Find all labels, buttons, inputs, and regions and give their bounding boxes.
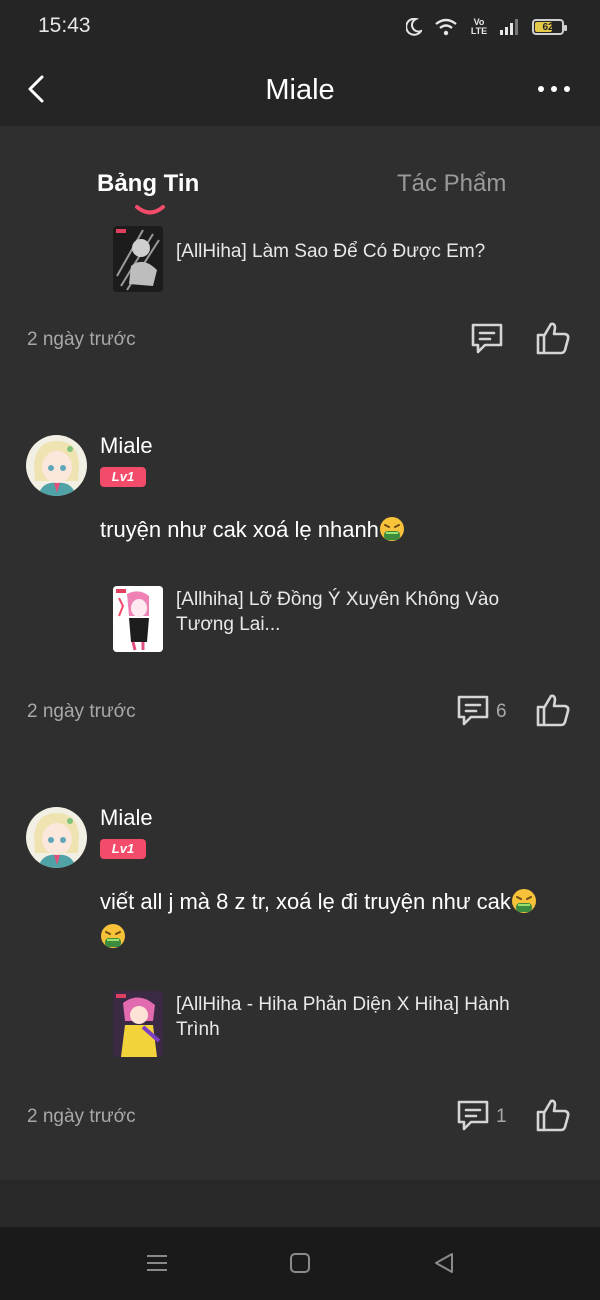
system-back-button[interactable] <box>432 1251 456 1280</box>
home-button[interactable] <box>288 1251 312 1280</box>
nauseated-face-icon <box>101 924 125 948</box>
level-badge: Lv1 <box>100 839 146 859</box>
moon-icon <box>406 18 422 36</box>
signal-icon <box>500 19 520 35</box>
feed-end-divider <box>0 1180 600 1227</box>
post-text-content: viết all j mà 8 z tr, xoá lẹ đi truyện n… <box>100 889 511 914</box>
work-cover <box>113 586 163 652</box>
work-cover <box>113 226 163 292</box>
author-name[interactable]: Miale <box>100 805 153 831</box>
more-dots-icon <box>538 86 544 92</box>
work-title: [AllHiha] Làm Sao Để Có Được Em? <box>176 241 486 262</box>
square-icon <box>290 1253 310 1273</box>
post-text-content: truyện như cak xoá lẹ nhanh <box>100 517 379 542</box>
avatar[interactable] <box>26 435 87 496</box>
volte-icon: Vo LTE <box>470 17 488 36</box>
work-card[interactable]: [AllHiha] Làm Sao Để Có Được Em? <box>113 226 563 292</box>
system-navigation-bar <box>0 1227 600 1300</box>
like-button[interactable] <box>535 692 571 728</box>
triangle-back-icon <box>435 1253 453 1273</box>
menu-icon <box>147 1255 167 1271</box>
battery-icon: 62 <box>532 19 567 35</box>
tab-works[interactable]: Tác Phẩm <box>397 170 506 198</box>
more-button[interactable] <box>536 80 572 96</box>
recent-apps-button[interactable] <box>145 1251 169 1280</box>
comment-button[interactable] <box>469 321 505 355</box>
wifi-icon <box>434 18 458 36</box>
level-badge: Lv1 <box>100 467 146 487</box>
post-text: truyện như cak xoá lẹ nhanh <box>100 512 560 547</box>
tab-feed[interactable]: Bảng Tin <box>97 170 199 198</box>
like-button[interactable] <box>535 320 571 356</box>
page-title: Miale <box>265 74 335 106</box>
battery-level: 62 <box>542 21 554 33</box>
avatar[interactable] <box>26 807 87 868</box>
comment-icon <box>471 323 503 354</box>
like-button[interactable] <box>535 1097 571 1133</box>
thumbs-up-icon <box>536 1099 570 1132</box>
comment-button[interactable] <box>455 693 491 727</box>
work-card[interactable]: [Allhiha] Lỡ Đồng Ý Xuyên Không Vào Tươn… <box>113 586 563 652</box>
status-icons: Vo LTE 62 <box>406 14 567 40</box>
work-title: [Allhiha] Lỡ Đồng Ý Xuyên Không Vào Tươn… <box>176 589 500 635</box>
status-time: 15:43 <box>38 14 91 37</box>
thumbs-up-icon <box>536 694 570 727</box>
thumbs-up-icon <box>536 322 570 355</box>
work-cover <box>113 991 163 1057</box>
comment-count: 1 <box>496 1106 507 1127</box>
status-bar: 15:43 Vo LTE 62 <box>0 0 600 52</box>
nauseated-face-icon <box>379 517 404 541</box>
post-timestamp: 2 ngày trước <box>27 1106 136 1127</box>
nauseated-face-icon <box>511 889 536 913</box>
post-timestamp: 2 ngày trước <box>27 701 136 722</box>
work-title: [AllHiha - Hiha Phản Diện X Hiha] Hành T… <box>176 994 510 1040</box>
author-name[interactable]: Miale <box>100 433 153 459</box>
comment-button[interactable] <box>455 1098 491 1132</box>
tab-indicator <box>135 205 165 215</box>
comment-icon <box>457 1100 489 1131</box>
post-text: viết all j mà 8 z tr, xoá lẹ đi truyện n… <box>100 884 560 954</box>
comment-count: 6 <box>496 701 507 722</box>
work-card[interactable]: [AllHiha - Hiha Phản Diện X Hiha] Hành T… <box>113 991 563 1057</box>
nav-bar: Miale <box>0 52 600 126</box>
post-timestamp: 2 ngày trước <box>27 329 136 350</box>
comment-icon <box>457 695 489 726</box>
